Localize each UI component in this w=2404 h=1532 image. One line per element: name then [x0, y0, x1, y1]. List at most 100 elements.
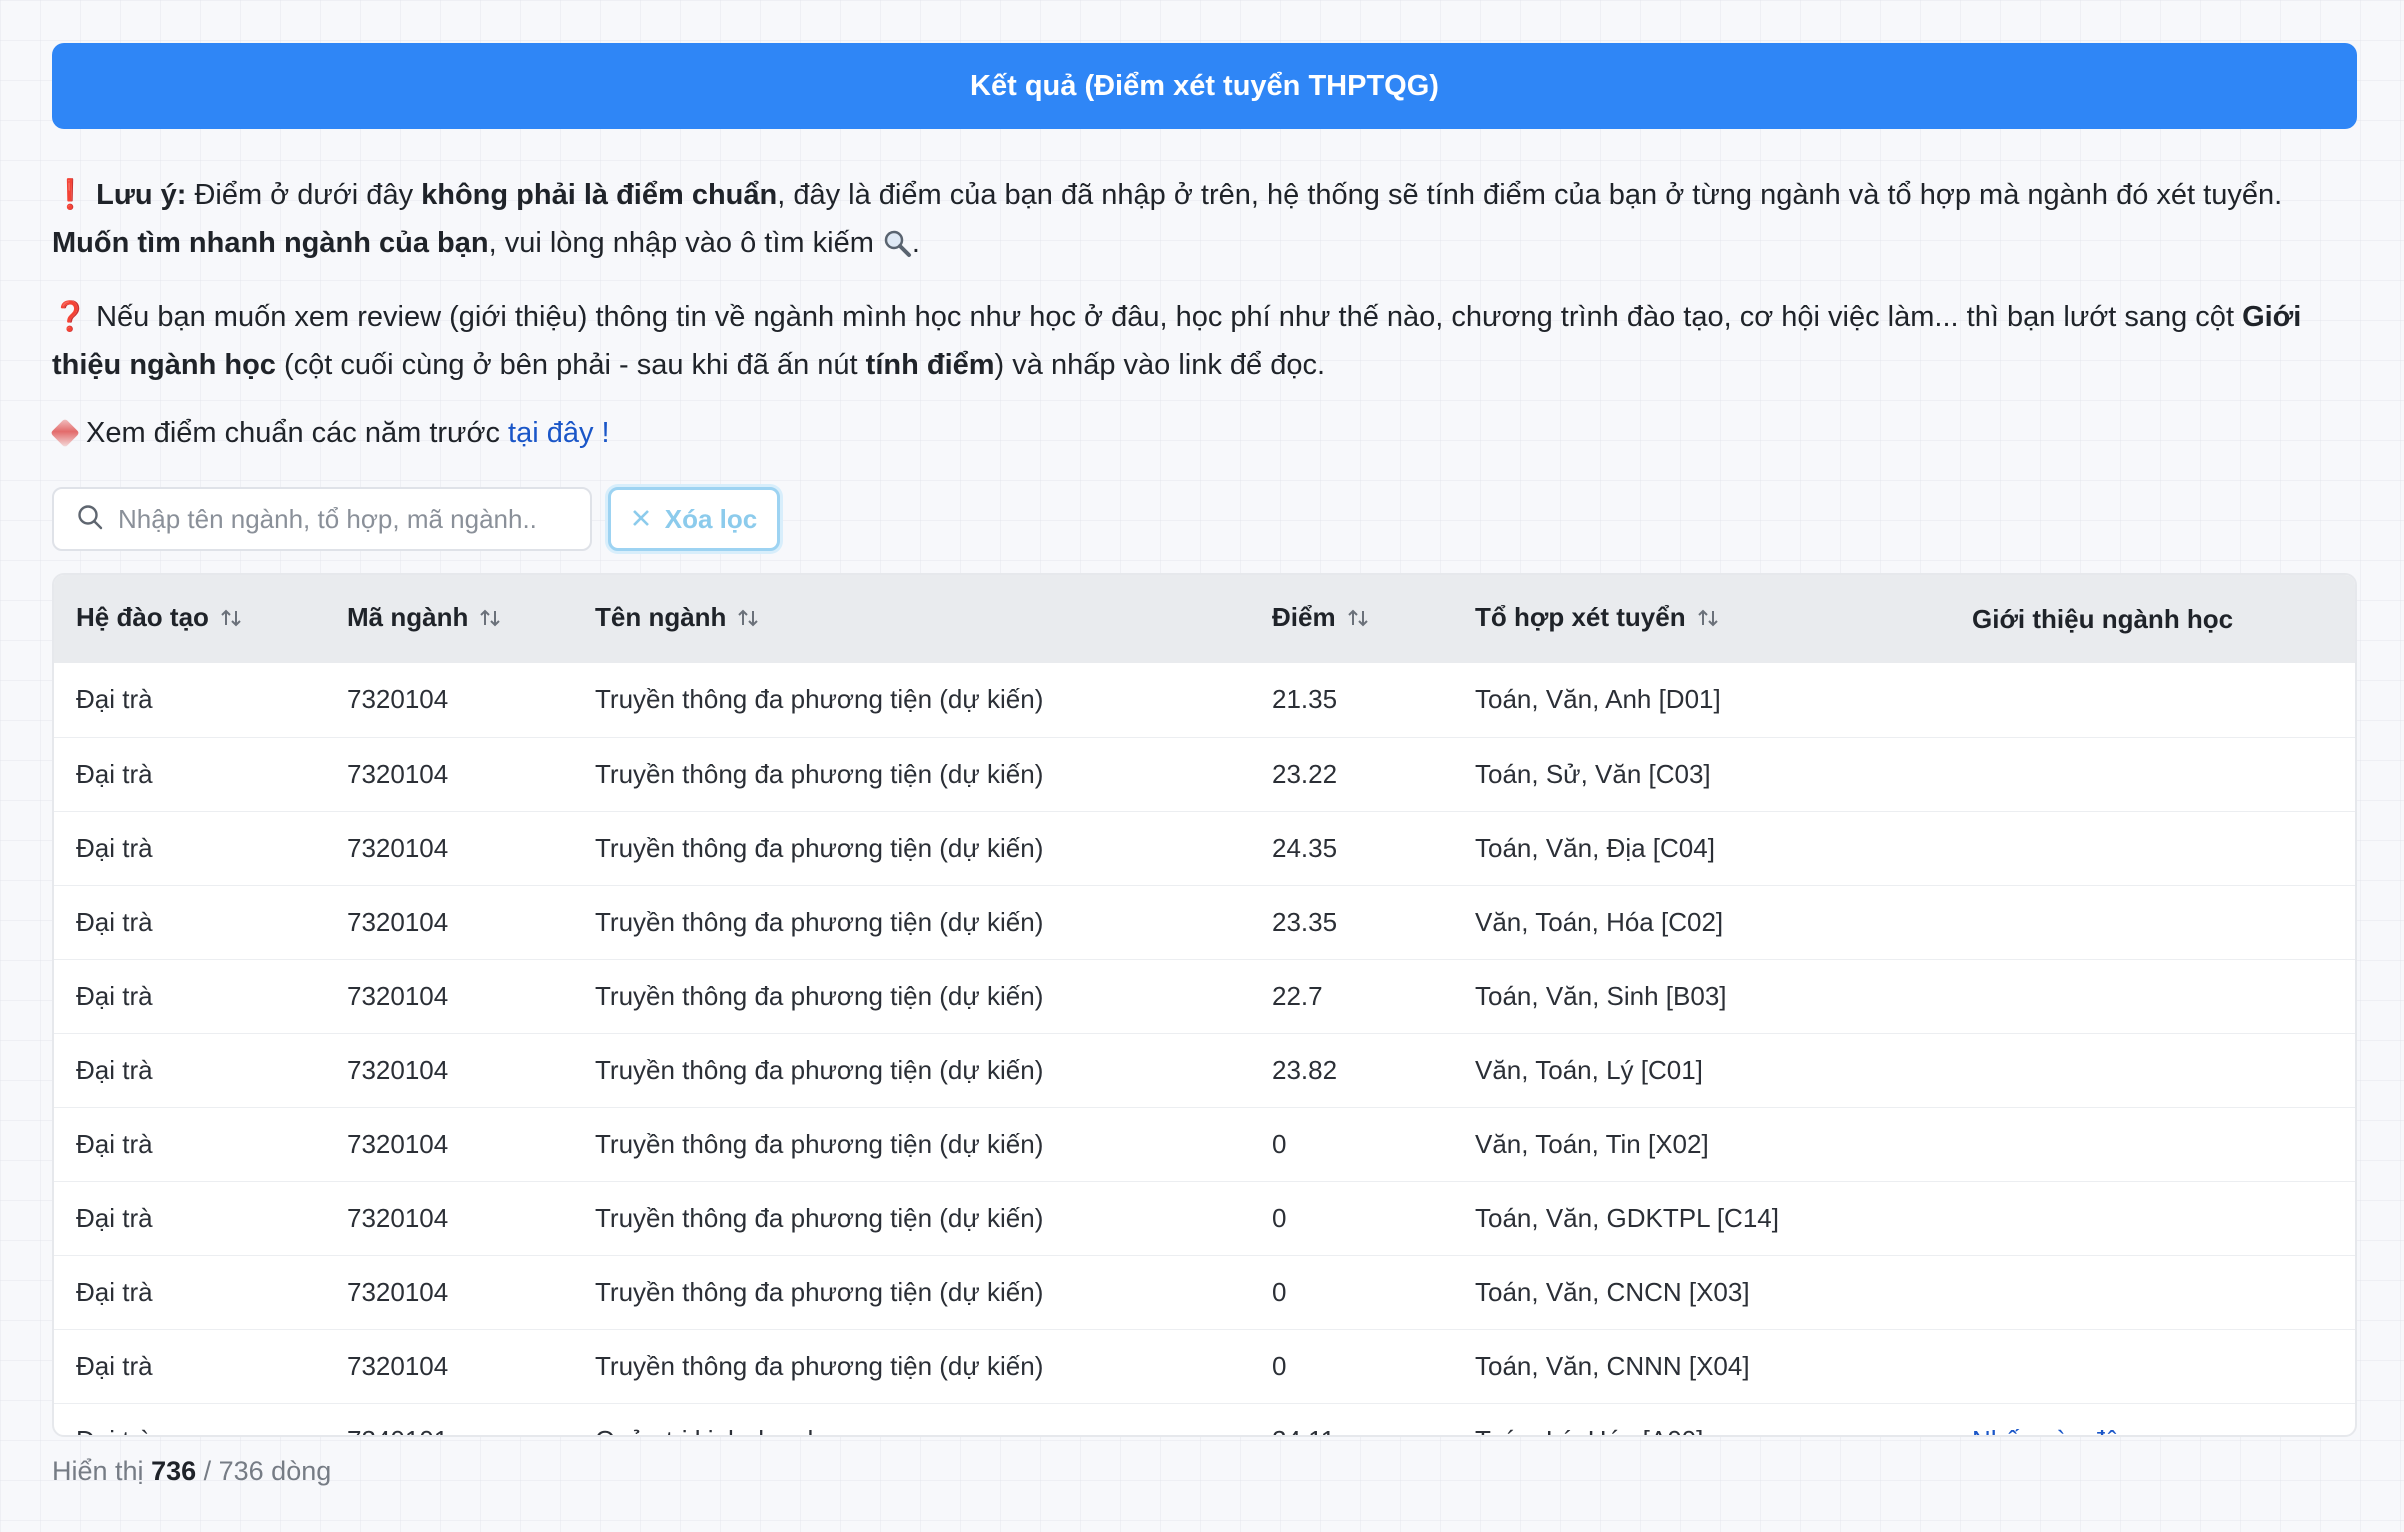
table-cell: Đại trà [76, 980, 153, 1011]
note1-text3: , vui lòng nhập vào ô tìm kiếm [488, 227, 874, 259]
previous-years-link[interactable]: tại đây ! [508, 417, 610, 449]
table-cell: 0 [1272, 1350, 1287, 1381]
note2-bold2: tính điểm [865, 349, 995, 381]
col-label: Tên ngành [595, 601, 727, 632]
table-cell [1950, 885, 2355, 959]
table-cell [1950, 1033, 2355, 1107]
table-row: Đại trà 7320104 Truyền thông đa phương tiệ… [54, 1181, 2355, 1255]
table-row: Đại trà 7320104 Truyền thông đa phương tiệ… [54, 737, 2355, 811]
intro-link[interactable]: Nhấn vào đây [1972, 1425, 2132, 1436]
sort-icon[interactable] [736, 606, 760, 637]
clear-filter-button[interactable]: Xóa lọc [608, 487, 780, 551]
table-cell: 21.35 [1272, 684, 1338, 715]
table-cell: Đại trà [76, 1054, 153, 1085]
col-gioi-thieu: Giới thiệu ngành học [1950, 575, 2355, 663]
table-cell: Toán, Văn, Sinh [B03] [1475, 980, 1727, 1011]
note1-text2: , đây là điểm của bạn đã nhập ở trên, hệ… [777, 179, 2283, 211]
clear-filter-label: Xóa lọc [664, 503, 758, 534]
col-label: Hệ đào tạo [76, 601, 209, 632]
table-cell: 23.22 [1272, 758, 1338, 789]
table-cell: Văn, Toán, Hóa [C02] [1475, 906, 1724, 937]
search-box[interactable] [52, 487, 592, 551]
row-count: Hiển thị 736 / 736 dòng [52, 1456, 331, 1487]
note2-text2: (cột cuối cùng ở bên phải - sau khi đã ấ… [275, 349, 866, 381]
col-he-dao-tao[interactable]: Hệ đào tạo [54, 575, 325, 663]
table-cell: Đại trà [76, 1276, 153, 1307]
table-cell: Đại trà [76, 684, 153, 715]
table-cell: 7320104 [347, 1054, 449, 1085]
table-cell: Đại trà [76, 906, 153, 937]
table-row: Đại trà7340101Quản trị kinh doanh24.11To… [54, 1403, 2355, 1436]
note1-label: Lưu ý: [96, 179, 187, 211]
sort-icon[interactable] [478, 606, 502, 637]
table-cell: Truyền thông đa phương tiện (dự kiến) [595, 1202, 1044, 1233]
table-cell: Truyền thông đa phương tiện (dự kiến) [595, 684, 1044, 715]
filter-toolbar: Xóa lọc [52, 487, 2357, 551]
row-count-total: / 736 dòng [196, 1456, 332, 1486]
note3-text: Xem điểm chuẩn các năm trước [86, 417, 509, 449]
col-label: Điểm [1272, 601, 1336, 632]
col-ma-nganh[interactable]: Mã ngành [325, 575, 573, 663]
note1-bold1: không phải là điểm chuẩn [421, 179, 778, 211]
table-cell: Đại trà [76, 832, 153, 863]
search-icon [76, 503, 104, 536]
col-diem[interactable]: Điểm [1250, 575, 1453, 663]
table-cell: 7320104 [347, 1276, 449, 1307]
table-cell: 7320104 [347, 758, 449, 789]
table-cell: Toán, Văn, CNNN [X04] [1475, 1350, 1750, 1381]
magnifier-icon [882, 225, 912, 273]
note2-text3: ) và nhấp vào link để đọc. [994, 349, 1326, 381]
table-cell: Văn, Toán, Tin [X02] [1475, 1128, 1709, 1159]
table-cell: 7340101 [325, 1403, 573, 1436]
col-to-hop[interactable]: Tổ hợp xét tuyển [1453, 575, 1950, 663]
exclamation-icon: ❗ [52, 179, 89, 211]
col-label: Mã ngành [347, 601, 469, 632]
table-cell: 23.82 [1272, 1054, 1338, 1085]
note2-text1: Nếu bạn muốn xem review (giới thiệu) thô… [96, 301, 2243, 333]
col-ten-nganh[interactable]: Tên ngành [573, 575, 1250, 663]
table-cell: 23.35 [1272, 906, 1338, 937]
table-cell: 7320104 [347, 832, 449, 863]
table-cell: Đại trà [76, 1202, 153, 1233]
sort-icon[interactable] [1696, 606, 1720, 637]
note-warning: ❗ Lưu ý: Điểm ở dưới đây không phải là đi… [52, 171, 2357, 273]
table-cell: 24.11 [1250, 1403, 1453, 1436]
results-table: Hệ đào tạo Mã ngành Tên ngành Điểm Tổ hợ… [52, 573, 2357, 1437]
table-row: Đại trà 7320104 Truyền thông đa phương tiệ… [54, 1329, 2355, 1403]
note1-bold2: Muốn tìm nhanh ngành của bạn [52, 227, 489, 259]
table-cell: Đại trà [76, 758, 153, 789]
close-icon [631, 504, 651, 535]
table-cell [1950, 663, 2355, 737]
table-cell: 0 [1272, 1128, 1287, 1159]
sort-icon[interactable] [219, 606, 243, 637]
question-icon: ❓ [52, 301, 89, 333]
result-button[interactable]: Kết quả (Điểm xét tuyển THPTQG) [52, 43, 2357, 129]
table-cell: Toán, Văn, CNCN [X03] [1475, 1276, 1750, 1307]
table-cell: Truyền thông đa phương tiện (dự kiến) [595, 1350, 1044, 1381]
row-count-shown: 736 [151, 1456, 197, 1486]
col-label: Giới thiệu ngành học [1972, 603, 2234, 634]
table-cell [1950, 1181, 2355, 1255]
table-cell: 24.35 [1272, 832, 1338, 863]
table-cell: Truyền thông đa phương tiện (dự kiến) [595, 1276, 1044, 1307]
table-cell: Văn, Toán, Lý [C01] [1475, 1054, 1703, 1085]
results-panel: Kết quả (Điểm xét tuyển THPTQG) ❗ Lưu ý: … [50, 43, 2357, 1437]
note-review: ❓ Nếu bạn muốn xem review (giới thiệu) th… [52, 293, 2357, 389]
note-previous-years: Xem điểm chuẩn các năm trước tại đây ! [50, 409, 2357, 457]
table-cell: 7320104 [347, 906, 449, 937]
table-cell: Toán, Lý, Hóa [A00] [1453, 1403, 1950, 1436]
sort-icon[interactable] [1346, 606, 1370, 637]
table-row: Đại trà 7320104 Truyền thông đa phương tiệ… [54, 1255, 2355, 1329]
table-row: Đại trà 7320104 Truyền thông đa phương tiệ… [54, 885, 2355, 959]
table-cell: Toán, Văn, Địa [C04] [1475, 832, 1715, 863]
table-row: Đại trà 7320104 Truyền thông đa phương tiệ… [54, 811, 2355, 885]
table-cell: Truyền thông đa phương tiện (dự kiến) [595, 758, 1044, 789]
table-cell: 7320104 [347, 980, 449, 1011]
table-cell [1950, 1329, 2355, 1403]
table-cell [1950, 811, 2355, 885]
table-cell: Toán, Sử, Văn [C03] [1475, 758, 1711, 789]
table-cell: Truyền thông đa phương tiện (dự kiến) [595, 1128, 1044, 1159]
table-cell: 7320104 [347, 1350, 449, 1381]
table-row: Đại trà 7320104 Truyền thông đa phương tiệ… [54, 663, 2355, 737]
search-input[interactable] [118, 503, 578, 535]
